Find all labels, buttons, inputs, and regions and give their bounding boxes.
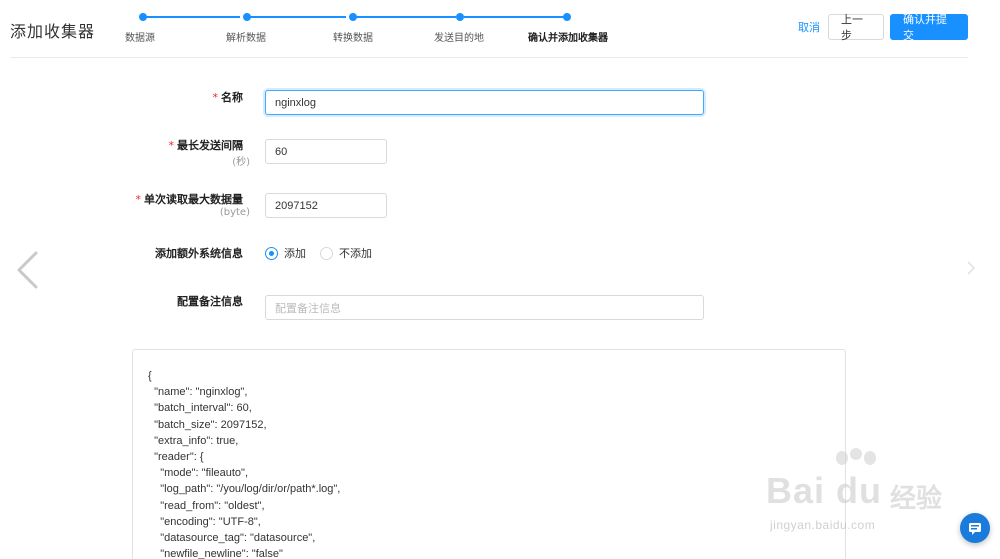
config-line: "encoding": "UTF-8", bbox=[148, 515, 261, 528]
radio-no-add[interactable]: 不添加 bbox=[320, 245, 372, 261]
name-label: * 名称 bbox=[212, 91, 244, 104]
radio-add-circle[interactable] bbox=[265, 246, 278, 260]
config-line: { bbox=[148, 370, 152, 382]
required-mark: * bbox=[168, 139, 175, 152]
page: 添加收集器 数据源 解析数据 转换数据 发送目的地 确认并添加收集器 取消 上一… bbox=[0, 0, 1000, 559]
header-actions: 取消 上一步 确认并提交 bbox=[798, 13, 968, 42]
radio-no-add-label: 不添加 bbox=[339, 247, 372, 260]
config-line: "read_from": "oldest", bbox=[148, 499, 265, 512]
extra-info-label: 添加额外系统信息 bbox=[155, 247, 243, 260]
page-title: 添加收集器 bbox=[10, 22, 96, 41]
config-line: "batch_interval": 60, bbox=[148, 402, 252, 415]
name-input[interactable]: nginxlog bbox=[265, 90, 704, 115]
header-divider bbox=[10, 57, 968, 58]
batch-size-input[interactable]: 2097152 bbox=[265, 193, 387, 218]
extra-info-radio-group: 添加 不添加 bbox=[265, 245, 386, 261]
step-connector bbox=[354, 16, 456, 18]
step-dot-4 bbox=[456, 13, 464, 21]
required-mark: * bbox=[135, 193, 142, 206]
batch-interval-unit: (秒) bbox=[232, 157, 250, 168]
remark-label: 配置备注信息 bbox=[177, 295, 243, 308]
step-dot-2 bbox=[243, 13, 251, 21]
prev-step-button[interactable]: 上一步 bbox=[828, 13, 884, 42]
batch-size-label: * 单次读取最大数据量 bbox=[135, 193, 244, 206]
step-connector bbox=[144, 16, 240, 18]
step-dot-5 bbox=[563, 13, 571, 21]
chevron-left-icon[interactable] bbox=[14, 250, 40, 290]
step-label-parse: 解析数据 bbox=[226, 33, 266, 44]
batch-interval-label: * 最长发送间隔 bbox=[168, 139, 244, 152]
radio-add[interactable]: 添加 bbox=[265, 245, 306, 261]
chevron-right-icon[interactable] bbox=[966, 258, 976, 278]
required-mark: * bbox=[212, 91, 219, 104]
confirm-submit-button[interactable]: 确认并提交 bbox=[890, 13, 968, 42]
config-line: "log_path": "/you/log/dir/or/path*.log", bbox=[148, 483, 341, 496]
step-label-datasource: 数据源 bbox=[125, 33, 155, 44]
watermark-brand: Bai du bbox=[766, 470, 883, 511]
cancel-button[interactable]: 取消 bbox=[798, 19, 820, 35]
config-preview[interactable]: { "name": "nginxlog", "batch_interval": … bbox=[132, 349, 846, 559]
header: 添加收集器 数据源 解析数据 转换数据 发送目的地 确认并添加收集器 取消 上一… bbox=[0, 0, 1000, 58]
radio-add-label: 添加 bbox=[284, 247, 306, 260]
config-json: { "name": "nginxlog", "batch_interval": … bbox=[148, 368, 845, 559]
step-label-transform: 转换数据 bbox=[333, 33, 373, 44]
step-dot-1 bbox=[139, 13, 147, 21]
config-line: "reader": { bbox=[148, 451, 204, 464]
step-label-confirm: 确认并添加收集器 bbox=[528, 33, 608, 44]
step-progress: 数据源 解析数据 转换数据 发送目的地 确认并添加收集器 bbox=[112, 12, 632, 48]
step-connector bbox=[248, 16, 346, 18]
config-line: "batch_size": 2097152, bbox=[148, 418, 267, 431]
config-line: "extra_info": true, bbox=[148, 434, 239, 447]
batch-interval-input[interactable]: 60 bbox=[265, 139, 387, 164]
batch-size-unit: (byte) bbox=[219, 207, 250, 218]
config-line: "mode": "fileauto", bbox=[148, 467, 248, 480]
config-line: "newfile_newline": "false" bbox=[148, 548, 283, 559]
remark-input[interactable]: 配置备注信息 bbox=[265, 295, 704, 320]
config-line: "name": "nginxlog", bbox=[148, 386, 248, 399]
baidu-watermark: Bai du 经验 jingyan.baidu.com bbox=[760, 448, 960, 538]
watermark-brand-cn: 经验 bbox=[890, 484, 943, 514]
chat-icon[interactable] bbox=[960, 513, 990, 543]
step-connector bbox=[464, 16, 564, 18]
step-label-sender: 发送目的地 bbox=[434, 33, 484, 44]
watermark-url: jingyan.baidu.com bbox=[770, 518, 876, 532]
radio-no-add-circle[interactable] bbox=[320, 246, 333, 260]
config-line: "datasource_tag": "datasource", bbox=[148, 532, 316, 545]
step-dot-3 bbox=[349, 13, 357, 21]
